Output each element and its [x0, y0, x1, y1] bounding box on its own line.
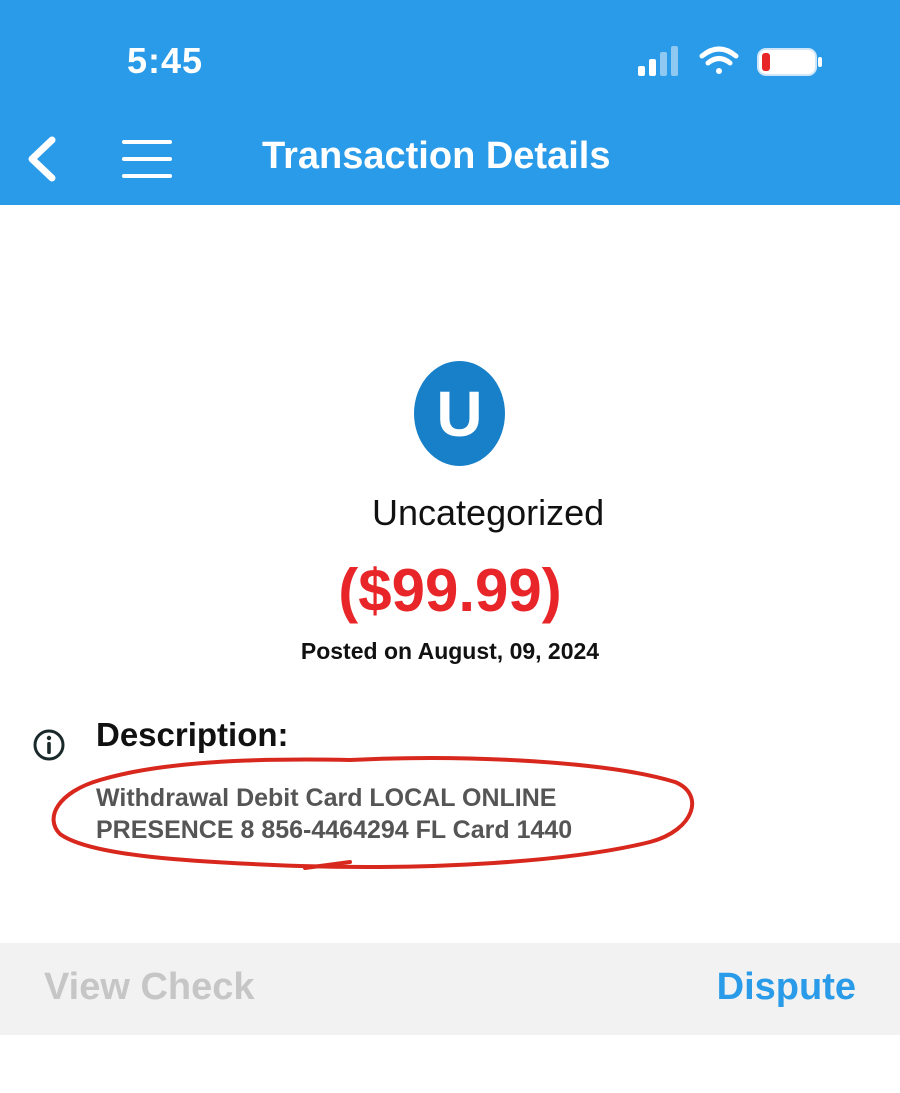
wifi-icon	[699, 46, 739, 74]
hamburger-menu-icon	[122, 140, 172, 178]
category-avatar: U	[414, 361, 505, 466]
menu-button[interactable]	[118, 136, 176, 182]
view-check-button[interactable]: View Check	[44, 966, 255, 1009]
status-time: 5:45	[127, 40, 204, 81]
description-text: Withdrawal Debit Card LOCAL ONLINE PRESE…	[96, 784, 573, 844]
page-title: Transaction Details	[262, 135, 611, 177]
info-icon	[33, 729, 65, 761]
battery-low-icon	[757, 48, 822, 76]
app-header: 5:45 Transaction Details	[0, 0, 900, 205]
status-icons	[638, 46, 822, 76]
chevron-left-icon	[28, 136, 56, 182]
posted-date: Posted on August, 09, 2024	[300, 638, 600, 664]
cellular-signal-icon	[638, 46, 678, 76]
category-label: Uncategorized	[372, 492, 605, 533]
dispute-button[interactable]: Dispute	[717, 966, 856, 1009]
back-button[interactable]	[22, 134, 66, 184]
transaction-amount: ($99.99)	[338, 557, 562, 624]
description-label: Description:	[96, 716, 289, 753]
